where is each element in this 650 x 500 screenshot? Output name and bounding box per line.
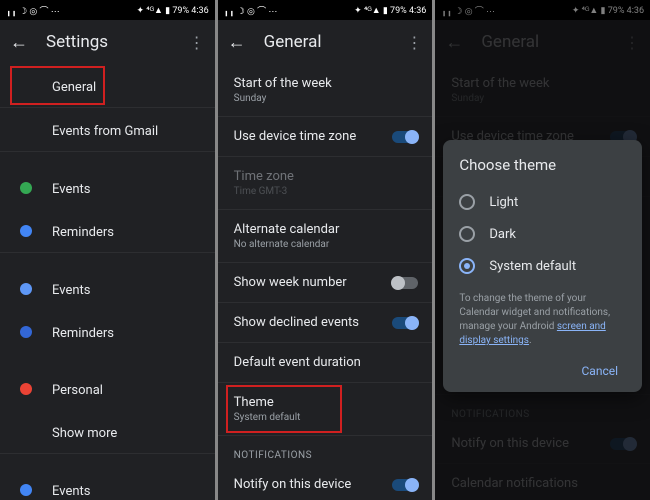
status-bar: ╻╻ ☽ ◎ ⌒ ⋯ ✦ ⁴ᴳ▲ ▮ 79% 4:36 bbox=[218, 0, 433, 20]
section-notifications: NOTIFICATIONS bbox=[218, 436, 433, 465]
radio-icon bbox=[459, 194, 475, 210]
row-label: Events from Gmail bbox=[52, 124, 158, 139]
radio-label: System default bbox=[489, 259, 576, 274]
screen-settings: ╻╻ ☽ ◎ ⌒ ⋯ ✦ ⁴ᴳ▲ ▮ 79% 4:36 ← Settings ⋮… bbox=[0, 0, 215, 500]
appbar: ← General ⋮ bbox=[218, 20, 433, 64]
row-label: Alternate calendar bbox=[234, 222, 417, 237]
row-start-of-week[interactable]: Start of the week Sunday bbox=[218, 64, 433, 117]
row-sublabel: Sunday bbox=[234, 93, 417, 104]
row-label: Events bbox=[52, 484, 90, 499]
status-right: ✦ ⁴ᴳ▲ ▮ 79% 4:36 bbox=[137, 5, 209, 16]
theme-dialog: Choose theme Light Dark System default T… bbox=[443, 140, 642, 392]
row-reminders-2[interactable]: Reminders bbox=[0, 310, 215, 353]
dialog-actions: Cancel bbox=[459, 358, 626, 384]
row-label: Time zone bbox=[234, 169, 417, 184]
row-theme[interactable]: Theme System default bbox=[218, 383, 433, 436]
row-label: Events bbox=[52, 283, 90, 298]
calendar-dot-icon bbox=[20, 182, 32, 194]
radio-dark[interactable]: Dark bbox=[459, 218, 626, 250]
row-label: Show more bbox=[52, 426, 117, 441]
row-label: Start of the week bbox=[234, 76, 417, 91]
row-label: Reminders bbox=[52, 326, 114, 341]
row-events-3[interactable]: Events bbox=[0, 468, 215, 500]
row-alternate-calendar[interactable]: Alternate calendar No alternate calendar bbox=[218, 210, 433, 263]
overflow-icon[interactable]: ⋮ bbox=[189, 33, 205, 52]
row-general[interactable]: General bbox=[0, 64, 215, 108]
switch-declined[interactable] bbox=[392, 317, 418, 329]
appbar: ← Settings ⋮ bbox=[0, 20, 215, 64]
back-icon[interactable]: ← bbox=[228, 32, 246, 53]
row-label: Use device time zone bbox=[234, 129, 417, 144]
row-timezone: Time zone Time GMT-3 bbox=[218, 157, 433, 210]
row-events-1[interactable]: Events bbox=[0, 166, 215, 209]
row-label: Events bbox=[52, 182, 90, 197]
status-bar: ╻╻ ☽ ◎ ⌒ ⋯ ✦ ⁴ᴳ▲ ▮ 79% 4:36 bbox=[0, 0, 215, 20]
settings-list: General Events from Gmail Events Reminde… bbox=[0, 64, 215, 500]
row-sublabel: Time GMT-3 bbox=[234, 186, 417, 197]
status-right: ✦ ⁴ᴳ▲ ▮ 79% 4:36 bbox=[354, 5, 426, 16]
dialog-note: To change the theme of your Calendar wid… bbox=[459, 292, 626, 348]
row-events-2[interactable]: Events bbox=[0, 267, 215, 310]
row-label: Personal bbox=[52, 383, 103, 398]
row-events-gmail[interactable]: Events from Gmail bbox=[0, 108, 215, 152]
general-list: Start of the week Sunday Use device time… bbox=[218, 64, 433, 500]
switch-notify[interactable] bbox=[392, 479, 418, 491]
row-week-number[interactable]: Show week number bbox=[218, 263, 433, 303]
page-title: Settings bbox=[46, 32, 171, 52]
row-label: Default event duration bbox=[234, 355, 417, 370]
switch-device-timezone[interactable] bbox=[392, 131, 418, 143]
radio-system-default[interactable]: System default bbox=[459, 250, 626, 282]
row-declined-events[interactable]: Show declined events bbox=[218, 303, 433, 343]
status-left: ╻╻ ☽ ◎ ⌒ ⋯ bbox=[6, 4, 60, 17]
dialog-title: Choose theme bbox=[459, 156, 626, 174]
screen-theme-dialog: ╻╻ ☽ ◎ ⌒ ⋯ ✦ ⁴ᴳ▲ ▮ 79% 4:36 ← General ⋮ … bbox=[435, 0, 650, 500]
switch-week-number[interactable] bbox=[392, 277, 418, 289]
calendar-dot-icon bbox=[20, 383, 32, 395]
row-personal[interactable]: Personal bbox=[0, 367, 215, 410]
page-title: General bbox=[264, 32, 389, 52]
radio-icon-selected bbox=[459, 258, 475, 274]
overflow-icon[interactable]: ⋮ bbox=[406, 33, 422, 52]
row-label: Show declined events bbox=[234, 315, 417, 330]
row-reminders-1[interactable]: Reminders bbox=[0, 209, 215, 253]
row-label: General bbox=[52, 80, 96, 95]
row-sublabel: No alternate calendar bbox=[234, 239, 417, 250]
row-notify-device[interactable]: Notify on this device bbox=[218, 465, 433, 500]
calendar-dot-icon bbox=[20, 283, 32, 295]
status-left: ╻╻ ☽ ◎ ⌒ ⋯ bbox=[224, 4, 278, 17]
row-show-more[interactable]: Show more bbox=[0, 410, 215, 454]
row-event-duration[interactable]: Default event duration bbox=[218, 343, 433, 383]
calendar-dot-icon bbox=[20, 225, 32, 237]
calendar-dot-icon bbox=[20, 326, 32, 338]
row-sublabel: System default bbox=[234, 412, 417, 423]
radio-icon bbox=[459, 226, 475, 242]
row-label: Notify on this device bbox=[234, 477, 417, 492]
screen-general: ╻╻ ☽ ◎ ⌒ ⋯ ✦ ⁴ᴳ▲ ▮ 79% 4:36 ← General ⋮ … bbox=[218, 0, 433, 500]
row-device-timezone[interactable]: Use device time zone bbox=[218, 117, 433, 157]
row-label: Show week number bbox=[234, 275, 417, 290]
back-icon[interactable]: ← bbox=[10, 32, 28, 53]
radio-label: Light bbox=[489, 195, 518, 210]
calendar-dot-icon bbox=[20, 484, 32, 496]
row-label: Theme bbox=[234, 395, 417, 410]
cancel-button[interactable]: Cancel bbox=[573, 358, 626, 384]
row-label: Reminders bbox=[52, 225, 114, 240]
radio-label: Dark bbox=[489, 227, 516, 242]
radio-light[interactable]: Light bbox=[459, 186, 626, 218]
